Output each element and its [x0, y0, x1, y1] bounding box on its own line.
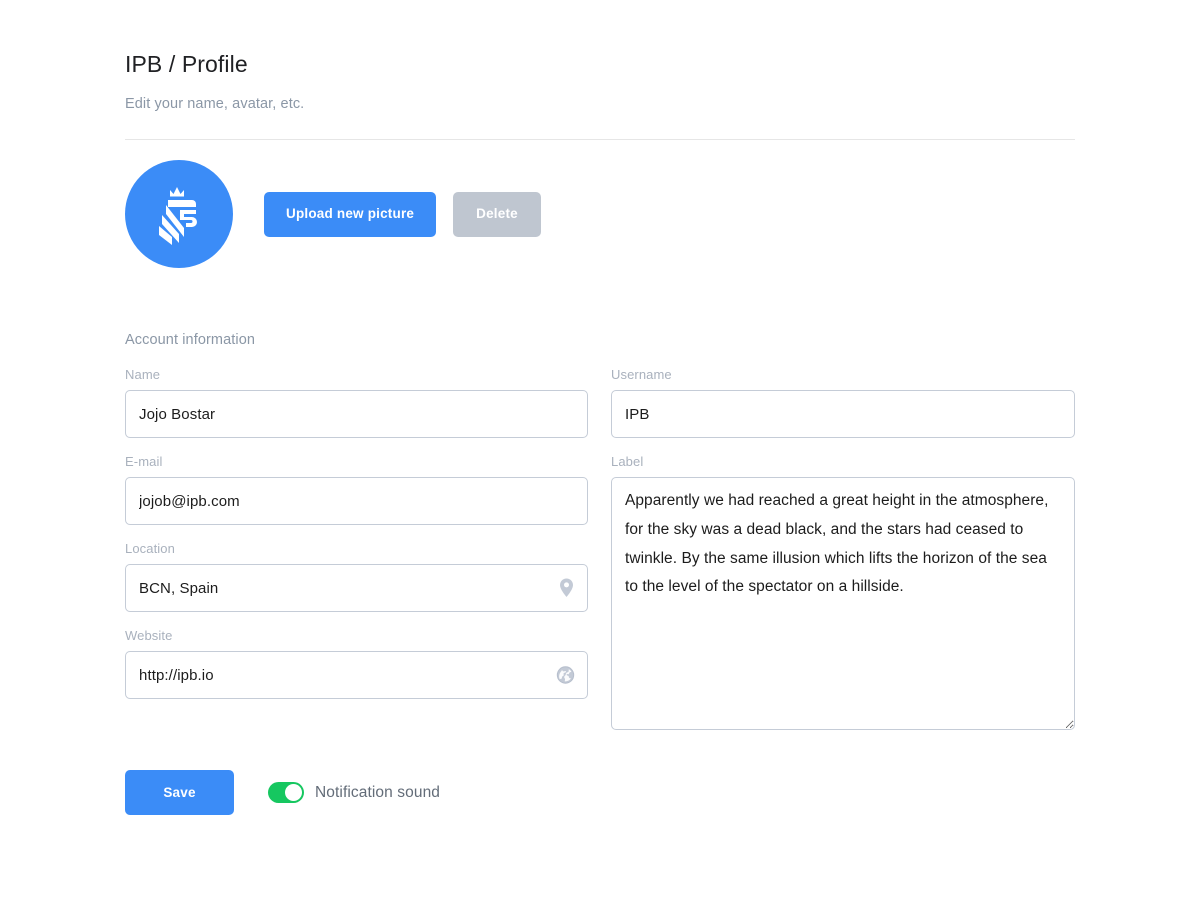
- location-label: Location: [125, 541, 175, 556]
- website-label: Website: [125, 628, 173, 643]
- username-input-wrap: [611, 390, 1075, 438]
- field-location: Location: [125, 541, 588, 612]
- header-divider: [125, 139, 1075, 140]
- field-email: E-mail: [125, 454, 588, 525]
- delete-picture-button[interactable]: Delete: [453, 191, 541, 237]
- location-input[interactable]: [125, 564, 588, 612]
- page-subtitle: Edit your name, avatar, etc.: [125, 96, 305, 112]
- form-footer: Save Notification sound: [125, 770, 1075, 815]
- bio-label: Label: [611, 454, 644, 469]
- website-input[interactable]: [125, 651, 588, 699]
- email-input-wrap: [125, 477, 588, 525]
- username-input[interactable]: [611, 390, 1075, 438]
- account-information-title: Account information: [125, 332, 256, 348]
- field-username: Username: [611, 367, 1075, 438]
- profile-page: IPB / Profile Edit your name, avatar, et…: [125, 0, 1075, 815]
- notification-sound-label: Notification sound: [315, 783, 441, 801]
- upload-new-picture-button[interactable]: Upload new picture: [264, 191, 437, 237]
- bio-textarea[interactable]: [611, 477, 1075, 730]
- form-column-right: Username Label: [611, 367, 1075, 730]
- form-column-left: Name E-mail Location: [125, 367, 588, 730]
- lion-crest-icon: [148, 181, 210, 247]
- toggle-knob: [285, 784, 302, 801]
- page-title: IPB / Profile: [125, 51, 248, 77]
- account-form: Name E-mail Location: [125, 367, 1075, 730]
- location-input-wrap: [125, 564, 588, 612]
- avatar[interactable]: [125, 160, 233, 268]
- website-input-wrap: [125, 651, 588, 699]
- name-input-wrap: [125, 390, 588, 438]
- notification-sound-toggle[interactable]: [268, 782, 304, 803]
- notification-sound-group: Notification sound: [268, 782, 440, 803]
- avatar-actions: Upload new picture Delete: [264, 191, 541, 237]
- email-input[interactable]: [125, 477, 588, 525]
- email-label: E-mail: [125, 454, 163, 469]
- field-bio: Label: [611, 454, 1075, 730]
- avatar-row: Upload new picture Delete: [125, 160, 1075, 268]
- field-website: Website: [125, 628, 588, 699]
- name-input[interactable]: [125, 390, 588, 438]
- field-name: Name: [125, 367, 588, 438]
- save-button[interactable]: Save: [125, 770, 234, 815]
- name-label: Name: [125, 367, 161, 382]
- username-label: Username: [611, 367, 672, 382]
